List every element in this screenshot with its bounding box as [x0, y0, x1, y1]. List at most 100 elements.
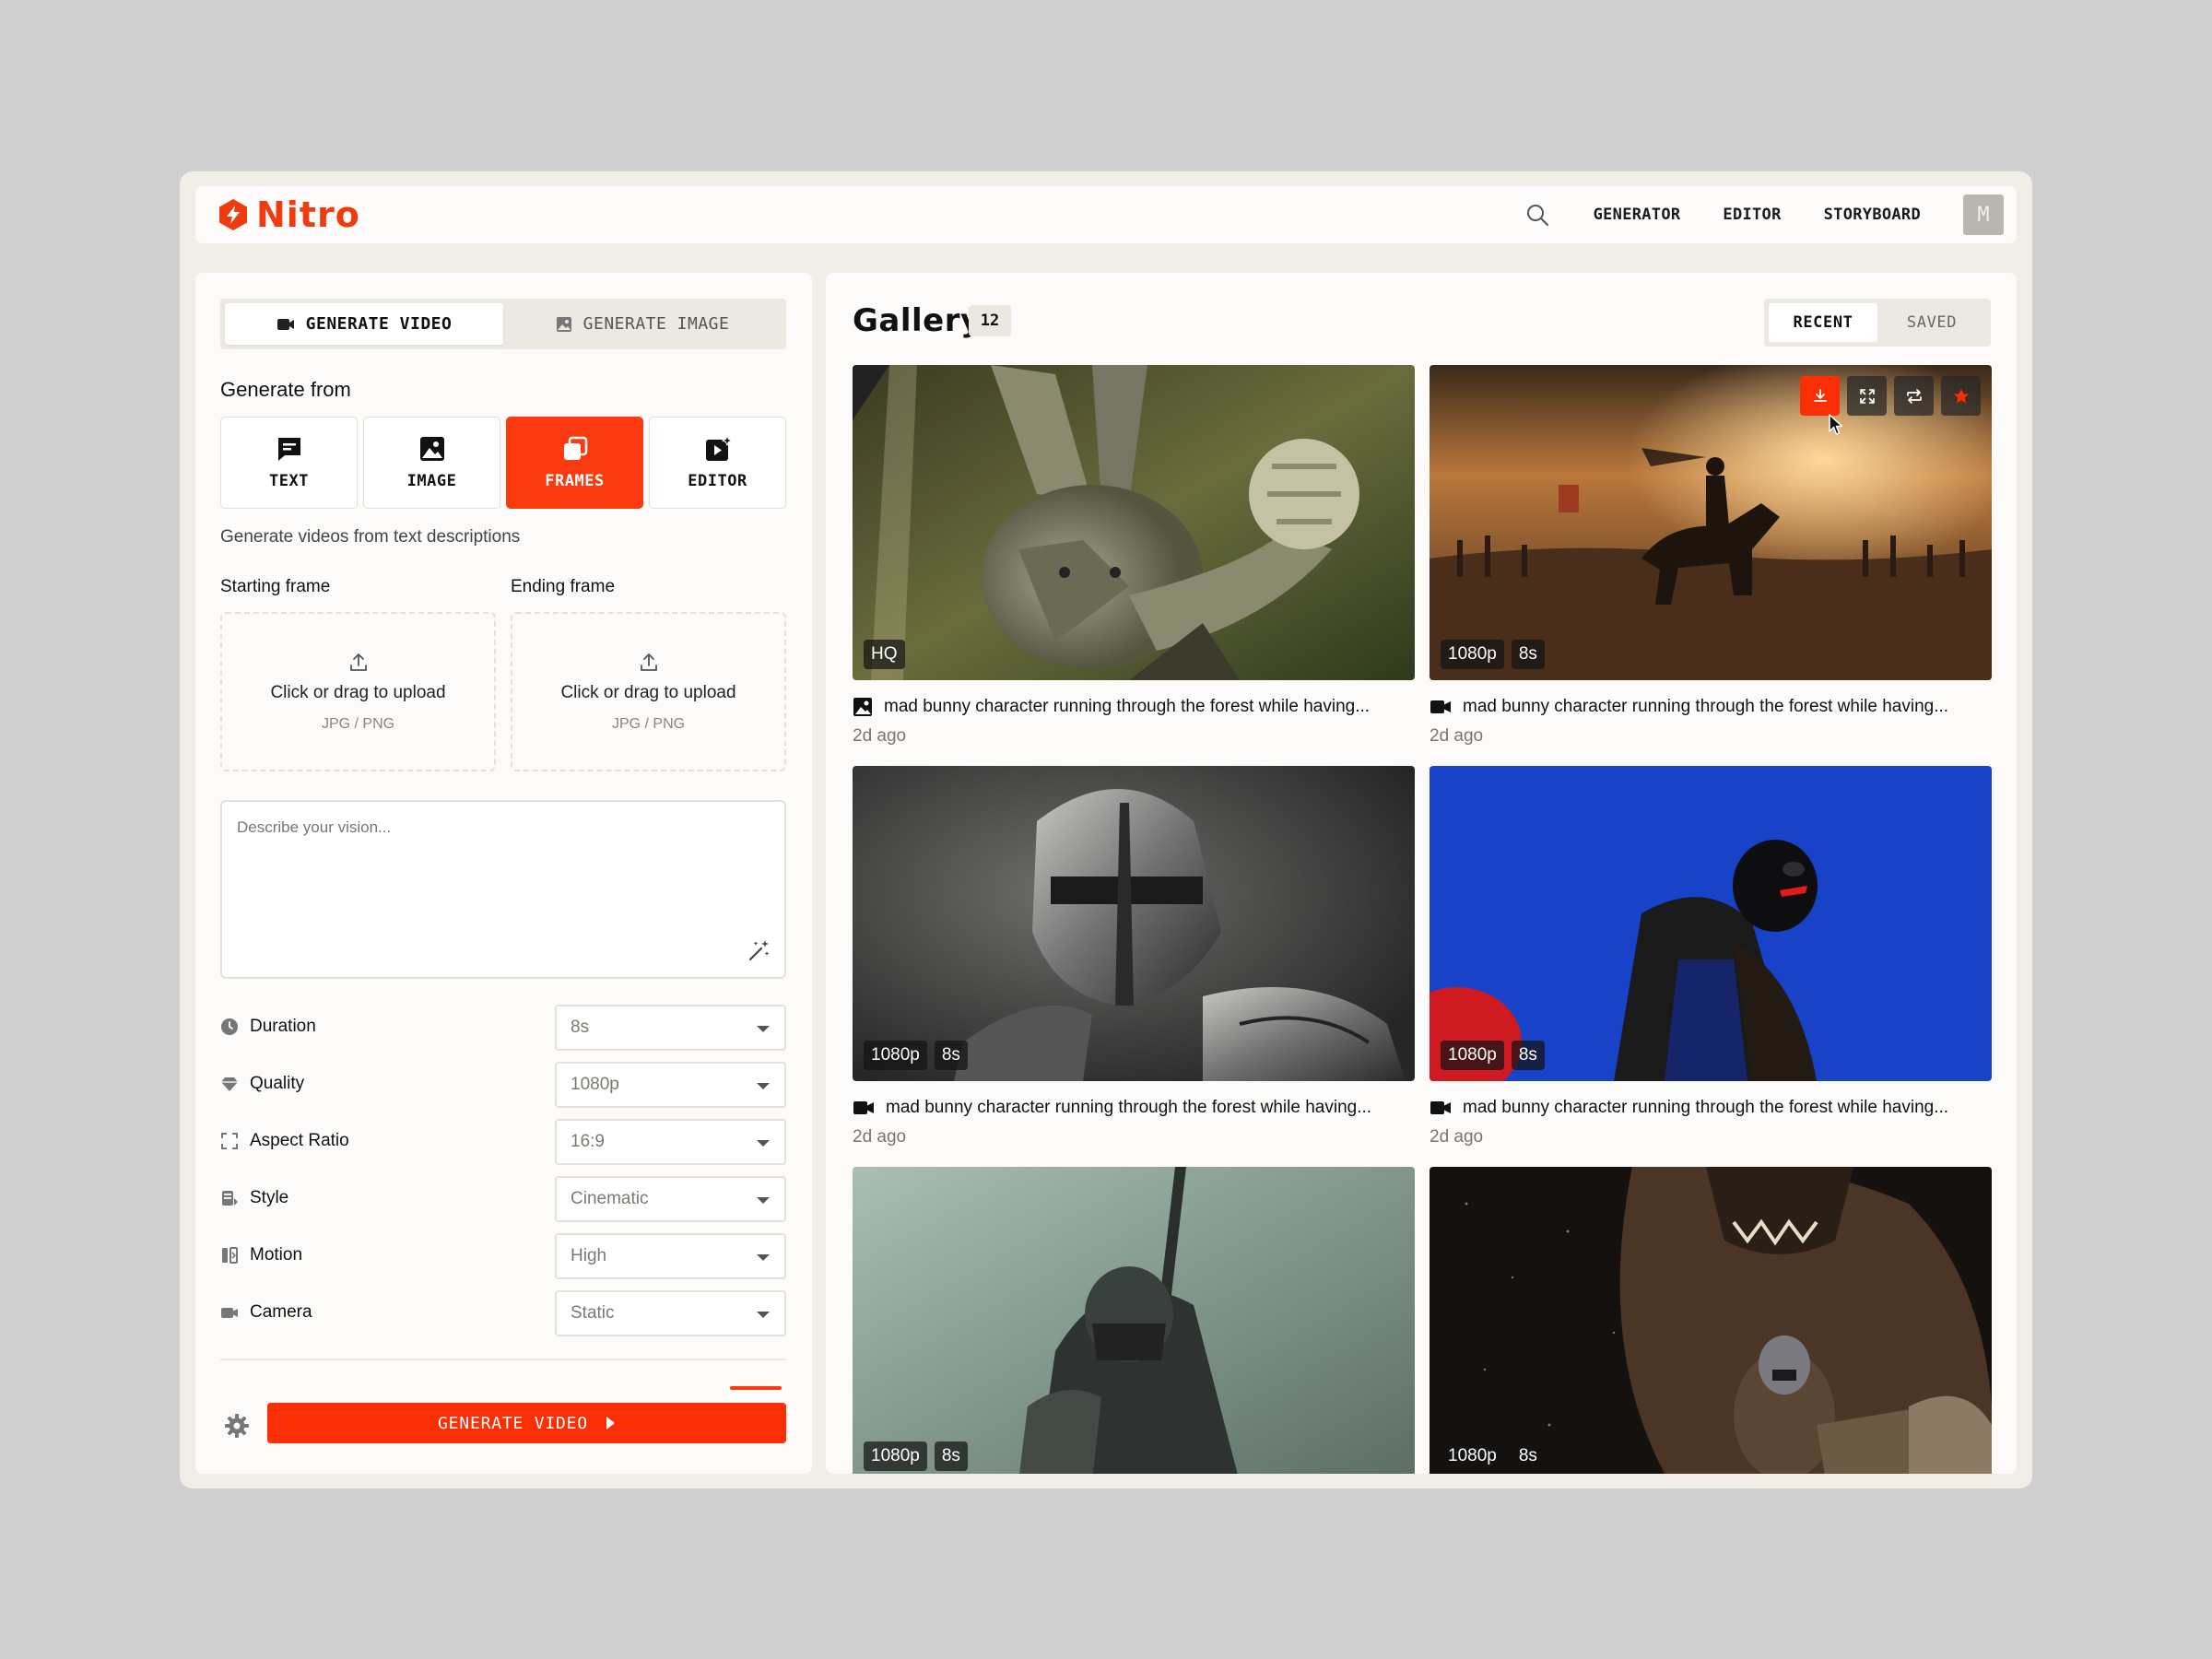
- download-icon: [1813, 388, 1827, 402]
- duration-badge: 8s: [1511, 640, 1545, 669]
- generator-panel: GENERATE VIDEO GENERATE IMAGE Generate f…: [195, 273, 812, 1474]
- style-icon: [222, 1191, 238, 1206]
- card-meta: mad bunny character running through the …: [1430, 697, 1992, 717]
- image-icon: [419, 437, 444, 461]
- editor-play-icon: [705, 435, 732, 461]
- prompt-textarea[interactable]: Describe your vision...: [220, 800, 786, 979]
- gallery-thumbnail[interactable]: 1080p 8s: [1430, 1167, 1992, 1474]
- aspect-ratio-select[interactable]: 16:9: [555, 1119, 786, 1165]
- gallery-card[interactable]: HQ mad bunny character running through t…: [853, 365, 1415, 747]
- gallery-card[interactable]: 1080p 8s mad bunny character running thr…: [853, 766, 1415, 1147]
- quality-select[interactable]: 1080p: [555, 1062, 786, 1108]
- card-time: 2d ago: [1430, 1127, 1484, 1147]
- setting-label: Aspect Ratio: [250, 1131, 349, 1150]
- badge-group: 1080p 8s: [1441, 640, 1545, 669]
- card-time: 2d ago: [1430, 726, 1484, 746]
- video-camera-icon: [1430, 700, 1451, 713]
- download-button[interactable]: [1800, 376, 1840, 416]
- nav-storyboard[interactable]: STORYBOARD: [1824, 206, 1921, 224]
- gallery-card[interactable]: 1080p 8s mad bunny character running thr…: [1430, 766, 1992, 1147]
- upload-text: Click or drag to upload: [560, 682, 736, 702]
- card-caption: mad bunny character running through the …: [1463, 1098, 1949, 1117]
- gallery-thumbnail[interactable]: 1080p 8s: [853, 766, 1415, 1081]
- source-frames-button[interactable]: FRAMES: [506, 417, 643, 509]
- gallery-card[interactable]: 1080p 8s: [1430, 365, 1992, 747]
- card-caption: mad bunny character running through the …: [1463, 697, 1949, 716]
- mode-tabs: GENERATE VIDEO GENERATE IMAGE: [220, 299, 786, 349]
- resolution-badge: 1080p: [1441, 640, 1504, 669]
- expand-button[interactable]: [1847, 376, 1887, 416]
- mouse-cursor-icon: [1829, 414, 1843, 435]
- repeat-button[interactable]: [1894, 376, 1934, 416]
- logo[interactable]: Nitro: [218, 197, 360, 232]
- duration-select[interactable]: 8s: [555, 1005, 786, 1051]
- ending-frame-label: Ending frame: [511, 577, 616, 596]
- tab-recent[interactable]: RECENT: [1769, 303, 1877, 342]
- magic-wand-icon[interactable]: [747, 938, 771, 962]
- bunny-warrior-image: [853, 365, 1415, 680]
- tab-generate-video[interactable]: GENERATE VIDEO: [225, 303, 503, 345]
- gallery-thumbnail[interactable]: HQ: [853, 365, 1415, 680]
- card-meta: mad bunny character running through the …: [853, 697, 1415, 717]
- gallery-thumbnail[interactable]: 1080p 8s: [1430, 365, 1992, 680]
- setting-label: Duration: [250, 1017, 316, 1036]
- nav-generator[interactable]: GENERATOR: [1594, 206, 1681, 224]
- badge-group: HQ: [864, 640, 905, 669]
- setting-duration-label: Duration: [220, 1017, 316, 1037]
- nav-editor[interactable]: EDITOR: [1723, 206, 1781, 224]
- gallery-thumbnail[interactable]: 1080p 8s: [853, 1167, 1415, 1474]
- gallery-thumbnail[interactable]: 1080p 8s: [1430, 766, 1992, 1081]
- camera-icon: [221, 1308, 238, 1318]
- card-caption: mad bunny character running through the …: [886, 1098, 1372, 1117]
- gallery-card[interactable]: 1080p 8s: [853, 1167, 1415, 1474]
- star-icon: [1953, 388, 1969, 403]
- style-select[interactable]: Cinematic: [555, 1176, 786, 1222]
- setting-duration: Duration 8s: [220, 1005, 786, 1051]
- search-icon: [1526, 205, 1548, 226]
- chevron-down-icon: [757, 1026, 770, 1032]
- settings-button[interactable]: [223, 1412, 251, 1440]
- select-value: Cinematic: [571, 1189, 649, 1208]
- motion-icon: [222, 1247, 238, 1264]
- duration-badge: 8s: [1511, 1041, 1545, 1070]
- ending-frame-upload[interactable]: Click or drag to upload JPG / PNG: [511, 612, 786, 771]
- repeat-icon: [1906, 388, 1922, 404]
- source-image-button[interactable]: IMAGE: [363, 417, 500, 509]
- setting-camera-label: Camera: [220, 1302, 312, 1323]
- search-button[interactable]: [1524, 201, 1551, 229]
- chevron-down-icon: [757, 1312, 770, 1318]
- avatar[interactable]: M: [1963, 194, 2004, 235]
- app-window: Nitro GENERATOR EDITOR STORYBOARD M GENE…: [180, 171, 2032, 1488]
- scroll-indicator: [730, 1386, 782, 1390]
- setting-label: Style: [250, 1188, 289, 1207]
- gallery-card[interactable]: 1080p 8s: [1430, 1167, 1992, 1474]
- source-text-button[interactable]: TEXT: [220, 417, 358, 509]
- expand-icon: [1859, 388, 1875, 404]
- starting-frame-upload[interactable]: Click or drag to upload JPG / PNG: [220, 612, 496, 771]
- badge-group: 1080p 8s: [864, 1041, 968, 1070]
- generate-video-button[interactable]: GENERATE VIDEO: [267, 1403, 786, 1443]
- tab-saved[interactable]: SAVED: [1877, 303, 1986, 342]
- resolution-badge: 1080p: [1441, 1041, 1504, 1070]
- beast-warrior-image: [1430, 1167, 1992, 1474]
- gear-icon: [225, 1414, 249, 1438]
- video-camera-icon: [276, 318, 294, 330]
- gallery-title: Gallery: [853, 302, 982, 339]
- select-value: 16:9: [571, 1132, 605, 1151]
- diamond-icon: [221, 1077, 238, 1091]
- motion-select[interactable]: High: [555, 1233, 786, 1279]
- gallery-view-tabs: RECENT SAVED: [1764, 299, 1991, 347]
- source-editor-button[interactable]: EDITOR: [649, 417, 786, 509]
- setting-quality-label: Quality: [220, 1074, 304, 1094]
- setting-motion: Motion High: [220, 1233, 786, 1279]
- generate-description: Generate videos from text descriptions: [220, 527, 521, 547]
- image-icon: [853, 698, 872, 716]
- source-image-label: IMAGE: [406, 472, 457, 490]
- resolution-badge: 1080p: [864, 1041, 927, 1070]
- tab-generate-image[interactable]: GENERATE IMAGE: [503, 303, 782, 345]
- camera-select[interactable]: Static: [555, 1290, 786, 1336]
- favorite-button[interactable]: [1941, 376, 1981, 416]
- upload-text: Click or drag to upload: [270, 682, 446, 702]
- knight-mist-image: [853, 1167, 1415, 1474]
- chevron-down-icon: [757, 1083, 770, 1089]
